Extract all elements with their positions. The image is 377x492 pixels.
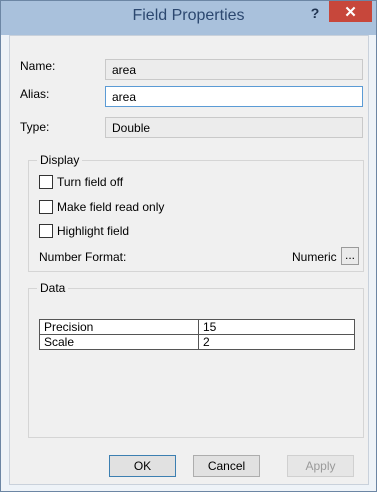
data-group: Data Precision 15 Scale 2 [28, 281, 364, 438]
dialog-body: Name: area Alias: area Type: Double Disp… [9, 35, 369, 485]
checkbox-label: Turn field off [57, 175, 124, 189]
cancel-button[interactable]: Cancel [193, 455, 260, 477]
number-format-button[interactable]: ... [341, 247, 359, 265]
number-format-value: Numeric [292, 250, 337, 264]
name-field: area [105, 59, 363, 80]
ok-button[interactable]: OK [109, 455, 176, 477]
property-name-cell: Scale [39, 334, 199, 350]
checkbox-box[interactable] [39, 224, 53, 238]
apply-button[interactable]: Apply [287, 455, 354, 477]
alias-input[interactable]: area [105, 86, 363, 107]
make-read-only-checkbox[interactable]: Make field read only [39, 200, 164, 214]
name-label: Name: [20, 59, 56, 73]
checkbox-box[interactable] [39, 200, 53, 214]
checkbox-label: Make field read only [57, 200, 165, 214]
alias-label: Alias: [20, 87, 50, 101]
data-group-title: Data [37, 281, 69, 295]
highlight-field-checkbox[interactable]: Highlight field [39, 224, 129, 238]
turn-field-off-checkbox[interactable]: Turn field off [39, 175, 123, 189]
number-format-label: Number Format: [39, 250, 127, 264]
checkbox-label: Highlight field [57, 224, 130, 238]
close-button[interactable]: ✕ [329, 1, 372, 22]
help-button[interactable]: ? [308, 5, 322, 21]
property-value-cell[interactable]: 15 [198, 319, 355, 335]
checkbox-box[interactable] [39, 175, 53, 189]
data-properties-table: Precision 15 Scale 2 [39, 319, 355, 350]
table-row[interactable]: Precision 15 [39, 319, 355, 335]
property-name-cell: Precision [39, 319, 199, 335]
display-group: Display Turn field off Make field read o… [28, 153, 364, 272]
display-group-title: Display [37, 153, 83, 167]
title-bar: Field Properties ? ✕ [1, 1, 376, 35]
field-properties-dialog: Field Properties ? ✕ Name: area Alias: a… [0, 0, 377, 492]
table-row[interactable]: Scale 2 [39, 334, 355, 350]
property-value-cell[interactable]: 2 [198, 334, 355, 350]
type-field: Double [105, 117, 363, 138]
type-label: Type: [20, 120, 50, 134]
